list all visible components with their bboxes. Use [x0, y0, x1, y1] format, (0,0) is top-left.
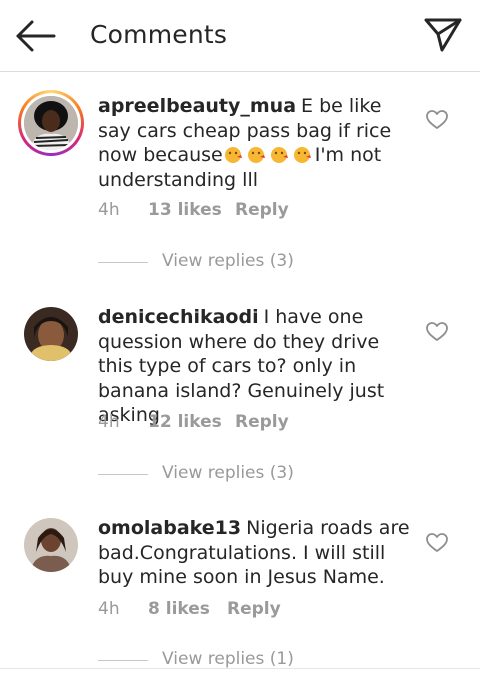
- kissing-face-emoji: [270, 147, 288, 163]
- comment-composer-edge: [0, 668, 480, 688]
- back-arrow-icon: [16, 20, 56, 52]
- view-replies-link[interactable]: View replies (1): [162, 649, 294, 669]
- kissing-face-emoji: [247, 147, 265, 163]
- kissing-face-emoji: [293, 147, 311, 163]
- comment-username[interactable]: denicechikaodi: [98, 306, 259, 328]
- comment-text: denicechikaodi I have one quession where …: [98, 305, 416, 428]
- likes-count[interactable]: 8 likes: [148, 599, 210, 619]
- avatar-story-ring[interactable]: [18, 90, 84, 156]
- reply-button[interactable]: Reply: [235, 200, 289, 220]
- page-title: Comments: [90, 20, 228, 49]
- divider: [98, 660, 148, 661]
- reply-button[interactable]: Reply: [235, 412, 289, 432]
- top-bar: Comments: [0, 0, 480, 72]
- view-replies-link[interactable]: View replies (3): [162, 463, 294, 483]
- divider: [98, 262, 148, 263]
- emoji-group: [223, 144, 315, 166]
- like-button[interactable]: [426, 110, 448, 130]
- kissing-face-emoji: [224, 147, 242, 163]
- likes-count[interactable]: 13 likes: [148, 200, 222, 220]
- share-button[interactable]: [420, 14, 466, 56]
- heart-outline-icon: [426, 533, 448, 552]
- reply-button[interactable]: Reply: [227, 599, 281, 619]
- back-button[interactable]: [14, 18, 58, 54]
- comment-username[interactable]: apreelbeauty_mua: [98, 95, 296, 117]
- heart-outline-icon: [426, 110, 448, 129]
- comment-username[interactable]: omolabake13: [98, 517, 241, 539]
- comment-time: 4h: [98, 412, 120, 432]
- avatar: [24, 96, 78, 150]
- comment-text: omolabake13 Nigeria roads are bad.Congrat…: [98, 516, 416, 590]
- likes-count[interactable]: 12 likes: [148, 412, 222, 432]
- view-replies-link[interactable]: View replies (3): [162, 251, 294, 271]
- avatar[interactable]: [24, 307, 78, 361]
- paper-plane-icon: [424, 18, 462, 52]
- avatar[interactable]: [24, 518, 78, 572]
- comment-text: apreelbeauty_mua E be like say cars cheap…: [98, 94, 416, 192]
- heart-outline-icon: [426, 322, 448, 341]
- like-button[interactable]: [426, 533, 448, 553]
- divider: [98, 474, 148, 475]
- comment-time: 4h: [98, 200, 120, 220]
- like-button[interactable]: [426, 322, 448, 342]
- comment-time: 4h: [98, 599, 120, 619]
